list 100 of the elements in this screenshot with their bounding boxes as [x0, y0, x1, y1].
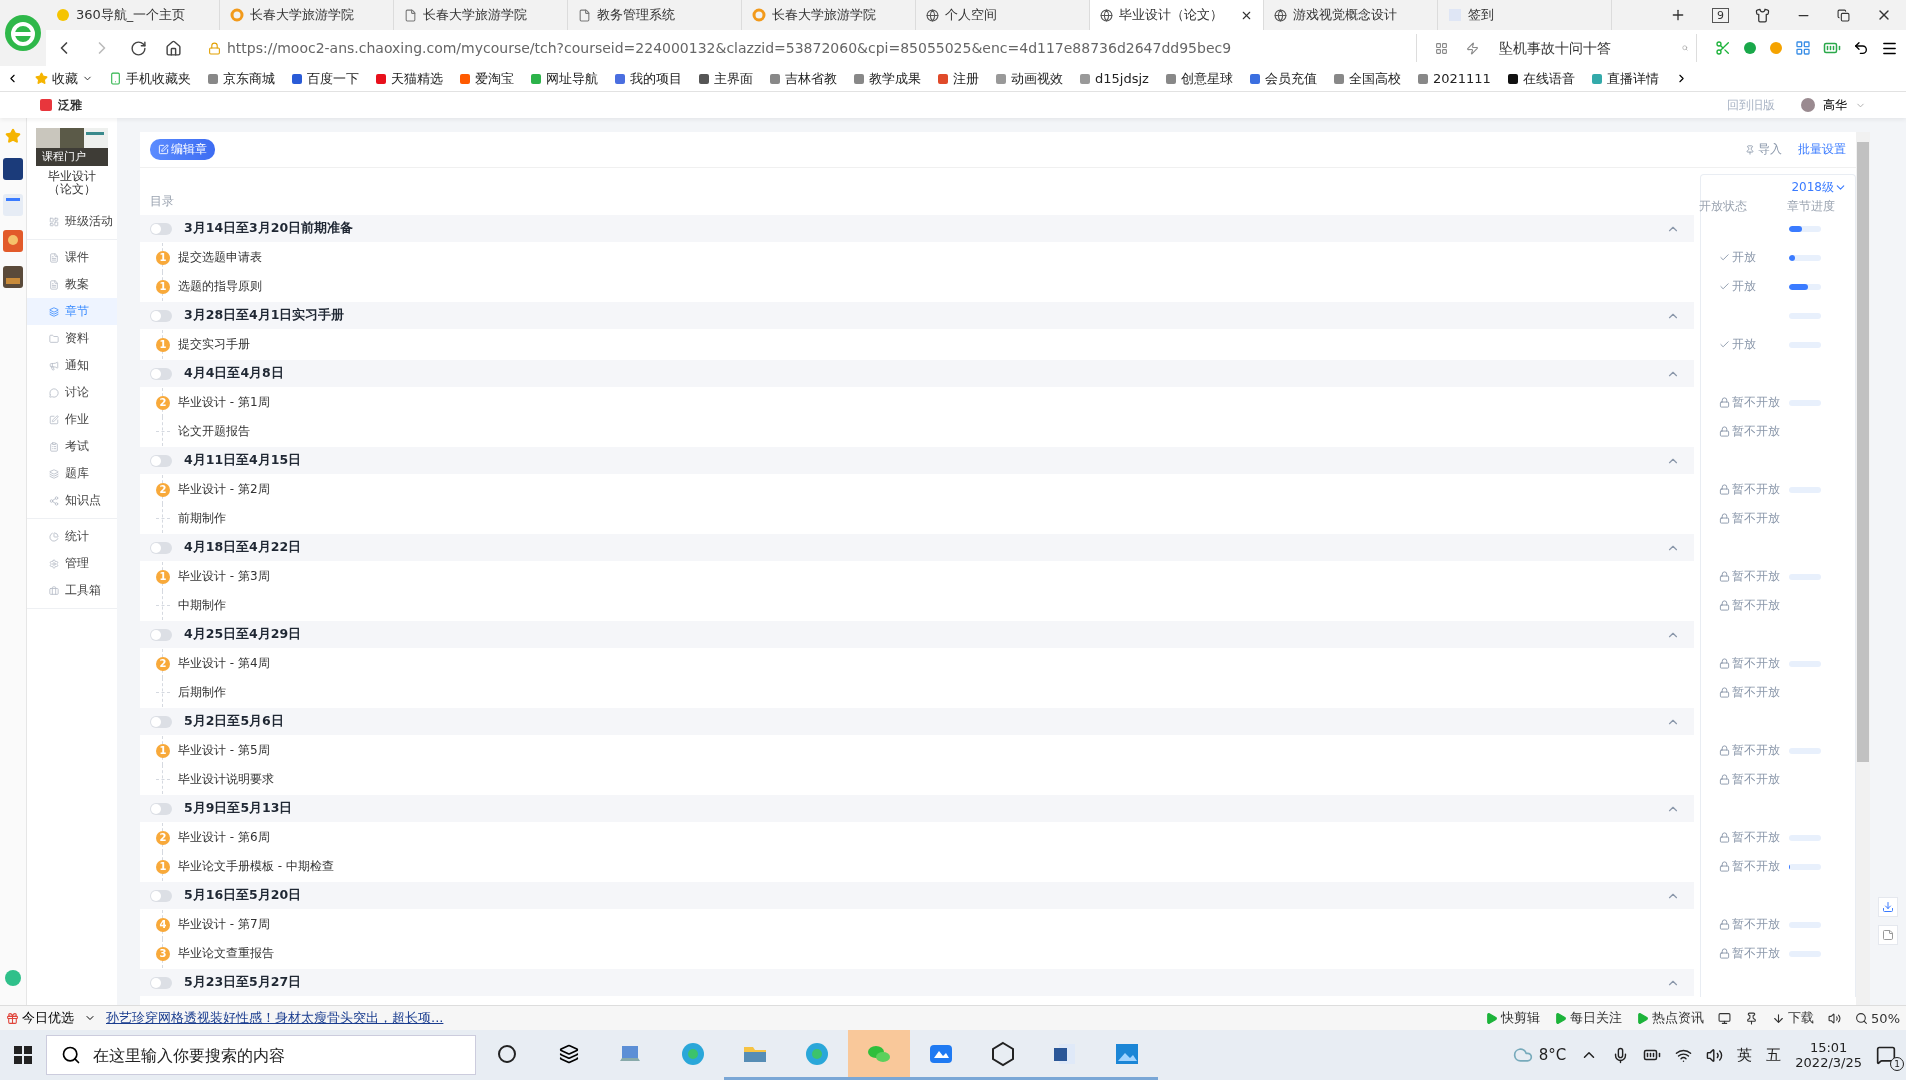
lesson-title[interactable]: 毕业设计 - 第4周	[178, 655, 270, 672]
sidebar-item[interactable]: 考试	[27, 433, 117, 460]
bookmark[interactable]: 创意星球	[1164, 69, 1233, 88]
sidebar-item[interactable]: 讨论	[27, 379, 117, 406]
bookmark[interactable]: 全国高校	[1332, 69, 1401, 88]
app-icon[interactable]	[3, 266, 23, 288]
cortana-icon[interactable]	[497, 1043, 517, 1064]
apps-icon[interactable]	[1795, 40, 1811, 56]
toggle-switch[interactable]	[150, 802, 172, 815]
bookmark[interactable]: 2021111	[1416, 71, 1491, 86]
app-icon[interactable]	[4, 969, 22, 987]
edit-chapter-button[interactable]: 编辑章	[150, 139, 215, 160]
tab-count[interactable]: 9	[1712, 7, 1729, 23]
news-link[interactable]: 孙艺珍穿网格透视装好性感！身材太瘦骨头突出，超长项...	[106, 1009, 444, 1027]
lesson-title[interactable]: 毕业论文查重报告	[178, 945, 274, 962]
lesson-title[interactable]: 提交实习手册	[178, 336, 250, 353]
lesson-title[interactable]: 毕业设计 - 第3周	[178, 568, 270, 585]
status-bar-item[interactable]: 热点资讯	[1636, 1009, 1705, 1027]
lesson-title[interactable]: 后期制作	[178, 684, 226, 701]
batch-settings-link[interactable]: 批量设置	[1798, 141, 1846, 158]
user-name[interactable]: 高华	[1823, 96, 1847, 114]
bookmark[interactable]: 京东商城	[207, 69, 275, 88]
lesson-title[interactable]: 中期制作	[178, 597, 226, 614]
sidebar-item[interactable]: 知识点	[27, 487, 117, 514]
lesson-title[interactable]: 毕业设计 - 第1周	[178, 394, 270, 411]
weather[interactable]: 8°C	[1512, 1045, 1567, 1065]
search-icon[interactable]	[61, 1045, 81, 1065]
toggle-switch[interactable]	[150, 889, 172, 902]
bookmark[interactable]: d15jdsjz	[1079, 71, 1149, 86]
bookmark[interactable]: 教学成果	[853, 69, 921, 88]
input-language[interactable]: 英	[1737, 1045, 1753, 1065]
scissors-icon[interactable]	[1715, 40, 1731, 56]
lesson-title[interactable]: 毕业设计 - 第2周	[178, 481, 270, 498]
sidebar-item[interactable]: 统计	[27, 523, 117, 550]
notification-icon[interactable]	[1876, 1045, 1896, 1065]
lesson-title[interactable]: 论文开题报告	[178, 423, 250, 440]
browser-tab[interactable]: 毕业设计（论文）	[1090, 0, 1264, 30]
app-icon[interactable]	[3, 194, 23, 216]
toggle-switch[interactable]	[150, 628, 172, 641]
star-icon[interactable]	[5, 128, 21, 144]
sidebar-item[interactable]: 教案	[27, 271, 117, 298]
toggle-switch[interactable]	[150, 367, 172, 380]
toggle-switch[interactable]	[150, 454, 172, 467]
daily-picks[interactable]: 今日优选	[6, 1009, 74, 1027]
start-icon[interactable]	[14, 1046, 32, 1064]
note-icon[interactable]	[1878, 925, 1898, 945]
lesson-title[interactable]: 前期制作	[178, 510, 226, 527]
status-bar-item[interactable]: 快剪辑	[1485, 1009, 1541, 1027]
sidebar-item[interactable]: 工具箱	[27, 577, 117, 604]
lesson-title[interactable]: 提交选题申请表	[178, 249, 262, 266]
toggle-switch[interactable]	[150, 976, 172, 989]
scrollbar[interactable]	[1856, 132, 1870, 1005]
sidebar-item[interactable]: 题库	[27, 460, 117, 487]
bookmark[interactable]: 爱淘宝	[459, 69, 514, 88]
bookmark[interactable]: 收藏	[35, 69, 93, 88]
bookmark[interactable]: 在线语音	[1506, 69, 1575, 88]
toggle-switch[interactable]	[150, 715, 172, 728]
search-field[interactable]: 坠机事故十问十答	[1497, 39, 1682, 57]
bookmark[interactable]: 天猫精选	[375, 69, 443, 88]
sidebar-item[interactable]: 课件	[27, 244, 117, 271]
toggle-switch[interactable]	[150, 222, 172, 235]
download-button[interactable]: 下载	[1772, 1009, 1815, 1027]
lightning-icon[interactable]	[1466, 41, 1479, 55]
task-view-icon[interactable]	[559, 1043, 579, 1064]
status-bar-item[interactable]: 每日关注	[1554, 1009, 1623, 1027]
bookmark[interactable]: 百度一下	[291, 69, 359, 88]
sidebar-item[interactable]: 通知	[27, 352, 117, 379]
sidebar-item[interactable]: 管理	[27, 550, 117, 577]
lesson-title[interactable]: 毕业论文手册模板 - 中期检查	[178, 858, 334, 875]
bookmark[interactable]: 网址导航	[530, 69, 598, 88]
zoom-level[interactable]: 50%	[1855, 1010, 1900, 1026]
bookmark[interactable]: 注册	[937, 69, 979, 88]
shirt-icon[interactable]	[1755, 7, 1770, 23]
sidebar-item[interactable]: 班级活动	[27, 208, 117, 235]
lesson-title[interactable]: 毕业设计 - 第5周	[178, 742, 270, 759]
bookmark[interactable]: 会员充值	[1248, 69, 1317, 88]
home-icon[interactable]	[165, 39, 182, 57]
lesson-title[interactable]: 毕业设计 - 第6周	[178, 829, 270, 846]
pin-icon[interactable]	[1745, 1011, 1759, 1025]
clock[interactable]: 15:01 2022/3/25	[1795, 1040, 1862, 1070]
bookmark[interactable]: 手机收藏夹	[109, 69, 191, 88]
lesson-title[interactable]: 选题的指导原则	[178, 278, 262, 295]
bookmark[interactable]: 直播详情	[1590, 69, 1659, 88]
download-icon[interactable]	[1878, 897, 1898, 917]
bookmark[interactable]: 主界面	[698, 69, 753, 88]
sidebar-item[interactable]: 作业	[27, 406, 117, 433]
bookmark[interactable]: 吉林省教	[769, 69, 837, 88]
reload-icon[interactable]	[130, 39, 147, 57]
bookmark[interactable]: 动画视效	[995, 69, 1063, 88]
new-tab-icon[interactable]	[1670, 7, 1686, 23]
grid-icon[interactable]	[1435, 41, 1448, 55]
input-mode[interactable]: 五	[1766, 1045, 1782, 1065]
volume-icon[interactable]	[1706, 1046, 1724, 1064]
monitor-icon[interactable]	[1718, 1011, 1732, 1025]
cube-icon[interactable]	[989, 1039, 1017, 1068]
toggle-switch[interactable]	[150, 541, 172, 554]
address-field[interactable]: https://mooc2-ans.chaoxing.com/mycourse/tch?courseid=224000132&clazzid=53872060&cpi=85055025&enc=4d117e88736d2647dd95bec9	[200, 34, 1417, 62]
volume-icon[interactable]	[1828, 1011, 1842, 1025]
bookmark[interactable]: 我的项目	[614, 69, 682, 88]
lesson-title[interactable]: 毕业设计说明要求	[178, 771, 274, 788]
